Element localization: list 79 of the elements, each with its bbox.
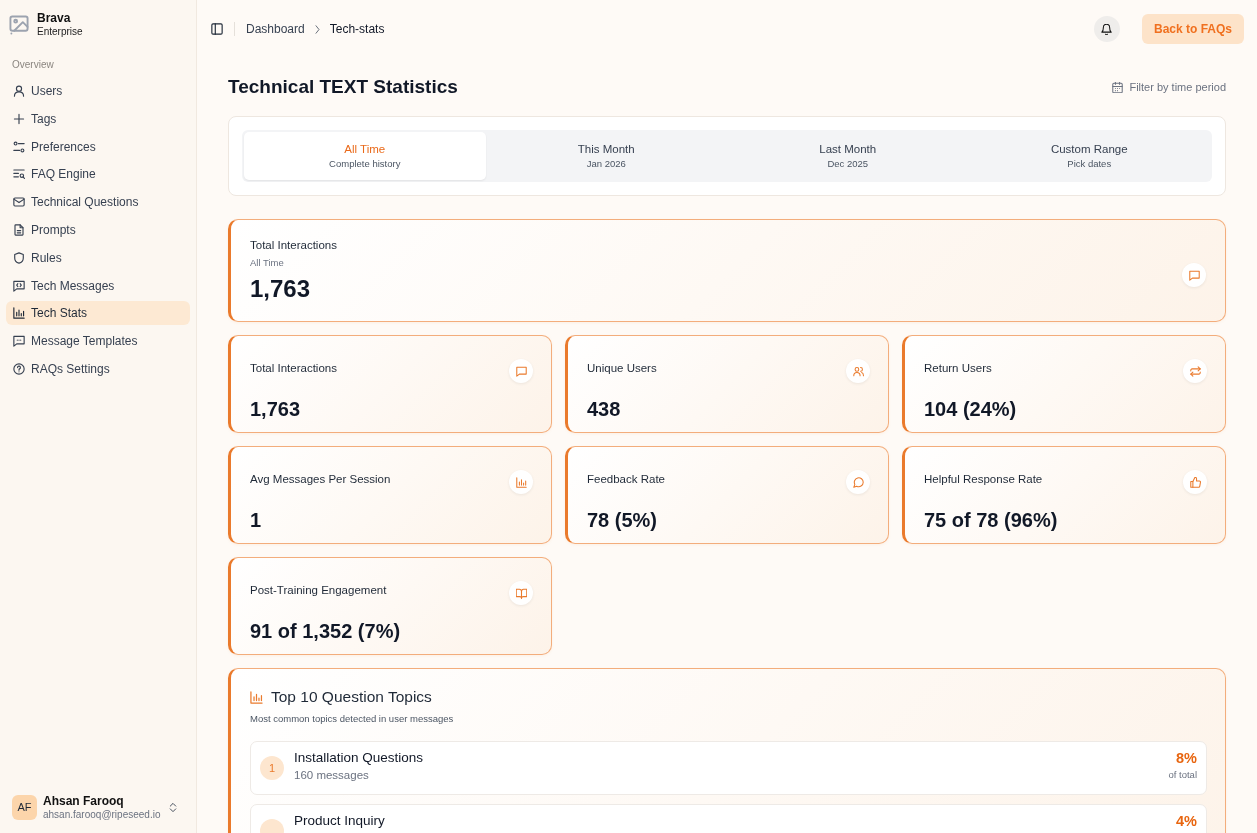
bar-chart-icon — [13, 307, 25, 320]
breadcrumb-current: Tech-stats — [329, 21, 385, 38]
stat-label: Unique Users — [587, 361, 657, 375]
book-icon — [509, 581, 533, 605]
brand-plan: Enterprise — [37, 25, 83, 38]
breadcrumb-link[interactable]: Dashboard — [246, 20, 305, 38]
topics-subtitle: Most common topics detected in user messages — [250, 713, 455, 725]
period-tab[interactable]: Last Month Dec 2025 — [727, 132, 969, 180]
calendar-icon — [1112, 81, 1124, 93]
stat-value: 104 (24%) — [924, 397, 1018, 421]
stat-value: 1 — [250, 508, 263, 532]
percent-note: of total — [1168, 769, 1197, 781]
topic-name: Product Inquiry — [294, 813, 386, 829]
user-avatar: AF — [12, 795, 37, 820]
summary-value: 1,763 — [250, 275, 312, 303]
chevron-right-icon — [314, 24, 320, 34]
stat-label: Helpful Response Rate — [924, 472, 1043, 486]
message-dots-icon — [13, 335, 25, 348]
topic-percent: 8% — [1175, 750, 1197, 767]
sidebar-item[interactable]: Tech Stats — [6, 301, 190, 326]
rank-badge: 1 — [260, 756, 284, 780]
sidebar-toggle-button[interactable] — [211, 23, 223, 35]
period-tab[interactable]: All Time Complete history — [244, 132, 486, 180]
page-title: Technical TEXT Statistics — [228, 75, 458, 99]
message-circle-icon — [846, 470, 870, 494]
period-tab[interactable]: Custom Range Pick dates — [968, 132, 1210, 180]
sidebar-item[interactable]: RAQs Settings — [6, 356, 190, 381]
plus-icon — [13, 112, 25, 125]
topic-percent: 4% — [1176, 813, 1197, 830]
sidebar-item[interactable]: Message Templates — [6, 329, 190, 354]
sidebar-item[interactable]: Tags — [6, 106, 190, 131]
filter-button[interactable]: Filter by time period — [1112, 78, 1226, 96]
stat-value: 91 of 1,352 (7%) — [250, 619, 402, 643]
sidebar-item[interactable]: Users — [6, 79, 190, 103]
sidebar-item[interactable]: Prompts — [6, 218, 190, 242]
user-name: Ahsan Farooq — [43, 794, 125, 808]
help-icon — [13, 362, 25, 375]
topics-title: Top 10 Question Topics — [271, 687, 432, 707]
stat-label: Post-Training Engagement — [250, 583, 387, 597]
list-search-icon — [13, 168, 25, 181]
user-email: ahsan.farooq@ripeseed.io — [43, 808, 161, 821]
summary-period: All Time — [250, 257, 285, 269]
repeat-icon — [1183, 359, 1207, 383]
sidebar-item[interactable]: Tech Messages — [6, 273, 190, 298]
message-icon — [509, 359, 533, 383]
stat-label: Feedback Rate — [587, 472, 665, 486]
brand-name: Brava — [37, 12, 72, 25]
stat-value: 438 — [587, 397, 622, 421]
section-label: Overview — [11, 59, 55, 71]
image-icon — [9, 15, 29, 35]
sidebar-item[interactable]: Preferences — [6, 134, 190, 159]
user-icon — [13, 85, 25, 97]
stat-label: Total Interactions — [250, 361, 337, 375]
bar-chart-icon — [509, 470, 533, 494]
shield-icon — [13, 251, 25, 264]
stat-value: 75 of 78 (96%) — [924, 508, 1059, 532]
stat-label: Return Users — [924, 361, 992, 375]
sidebar-item[interactable]: Rules — [6, 245, 190, 270]
sidebar-item[interactable]: FAQ Engine — [6, 162, 190, 187]
message-count: 160 messages — [294, 768, 370, 783]
sidebar-panel-icon — [211, 23, 223, 35]
message-code-icon — [13, 279, 25, 292]
document-icon — [13, 224, 25, 236]
message-icon — [1182, 263, 1206, 287]
period-tab[interactable]: This Month Jan 2026 — [485, 132, 727, 180]
chevrons-up-down-icon[interactable] — [169, 802, 177, 813]
sliders-icon — [13, 140, 25, 153]
thumbs-up-icon — [1183, 470, 1207, 494]
users-icon — [846, 359, 870, 383]
bar-chart-icon — [250, 690, 263, 704]
stat-value: 78 (5%) — [587, 508, 659, 532]
mail-icon — [13, 196, 25, 209]
stat-value: 1,763 — [250, 397, 302, 421]
sidebar-item[interactable]: Technical Questions — [6, 190, 190, 215]
summary-label: Total Interactions — [250, 238, 337, 252]
stat-label: Avg Messages Per Session — [250, 472, 391, 486]
bell-icon — [1101, 23, 1113, 35]
notifications-button[interactable] — [1093, 16, 1120, 42]
topic-name: Installation Questions — [294, 750, 425, 766]
